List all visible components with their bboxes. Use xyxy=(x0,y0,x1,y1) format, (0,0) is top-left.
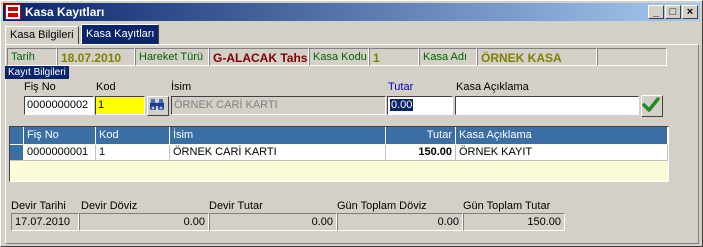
table-cell-aciklama[interactable]: ÖRNEK KAYIT xyxy=(456,145,668,161)
devir-doviz-label: Devir Döviz xyxy=(81,200,138,212)
checkmark-icon xyxy=(642,97,660,112)
records-table[interactable]: Fiş No Kod İsim Tutar Kasa Açıklama 0000… xyxy=(9,126,669,182)
minimize-button[interactable]: _ xyxy=(648,5,664,19)
maximize-button[interactable]: □ xyxy=(665,5,681,19)
table-cell-tutar[interactable]: 150.00 xyxy=(386,145,456,161)
title-bar[interactable]: Kasa Kayıtları _ □ × xyxy=(3,3,700,21)
gun-toplam-tutar-label: Gün Toplam Tutar xyxy=(463,200,551,212)
search-button[interactable] xyxy=(147,96,169,116)
row-indicator[interactable] xyxy=(10,145,24,161)
close-button[interactable]: × xyxy=(682,5,698,19)
col-aciklama[interactable]: Kasa Açıklama xyxy=(456,127,668,144)
app-icon xyxy=(5,4,21,20)
movement-type-value: G-ALACAK Tahs xyxy=(209,48,309,66)
aciklama-field[interactable] xyxy=(455,96,639,115)
date-label: Tarih xyxy=(7,48,57,66)
devir-tarihi-label: Devir Tarihi xyxy=(11,200,66,212)
table-cell-isim[interactable]: ÖRNEK CARİ KARTI xyxy=(170,145,386,161)
cash-code-value: 1 xyxy=(369,48,419,66)
devir-tarihi-value: 17.07.2010 xyxy=(11,213,79,231)
kod-field[interactable]: 1 xyxy=(95,96,145,115)
gun-toplam-doviz-value: 0.00 xyxy=(337,213,463,231)
cash-name-value: ÖRNEK KASA xyxy=(477,48,597,66)
tutar-value: 0.00 xyxy=(390,99,414,111)
col-kod[interactable]: Kod xyxy=(96,127,170,144)
isim-label: İsim xyxy=(171,81,192,93)
window-title: Kasa Kayıtları xyxy=(25,5,105,19)
info-empty-cell xyxy=(597,48,667,66)
date-value: 18.07.2010 xyxy=(57,48,135,66)
cash-name-label: Kasa Adı xyxy=(419,48,477,66)
movement-type-label: Hareket Türü xyxy=(135,48,209,66)
gun-toplam-tutar-value: 150.00 xyxy=(463,213,565,231)
record-info-title: Kayıt Bilgileri xyxy=(5,66,69,79)
devir-tutar-label: Devir Tutar xyxy=(209,200,263,212)
col-tutar[interactable]: Tutar xyxy=(386,127,456,144)
kod-label: Kod xyxy=(96,81,116,93)
devir-tutar-value: 0.00 xyxy=(209,213,337,231)
tab-kasa-kayitlari[interactable]: Kasa Kayıtları xyxy=(81,24,160,44)
tutar-label: Tutar xyxy=(388,81,414,93)
isim-field: ÖRNEK CARİ KARTI xyxy=(171,96,386,115)
table-cell-fis-no[interactable]: 0000000001 xyxy=(24,145,96,161)
gun-toplam-doviz-label: Gün Toplam Döviz xyxy=(337,200,427,212)
tutar-field[interactable]: 0.00 xyxy=(387,96,453,115)
window: Kasa Kayıtları _ □ × Kasa Bilgileri Kasa… xyxy=(0,0,703,247)
devir-doviz-value: 0.00 xyxy=(79,213,209,231)
cash-code-label: Kasa Kodu xyxy=(309,48,369,66)
confirm-button[interactable] xyxy=(641,95,663,117)
fis-no-field[interactable]: 0000000002 xyxy=(24,96,94,115)
table-cell-kod[interactable]: 1 xyxy=(96,145,170,161)
col-fis-no[interactable]: Fiş No xyxy=(24,127,96,144)
binoculars-icon xyxy=(150,99,164,110)
col-isim[interactable]: İsim xyxy=(170,127,386,144)
tab-kasa-bilgileri[interactable]: Kasa Bilgileri xyxy=(5,26,79,44)
fis-no-label: Fiş No xyxy=(24,81,56,93)
aciklama-label: Kasa Açıklama xyxy=(456,81,529,93)
row-indicator-header xyxy=(10,127,24,144)
